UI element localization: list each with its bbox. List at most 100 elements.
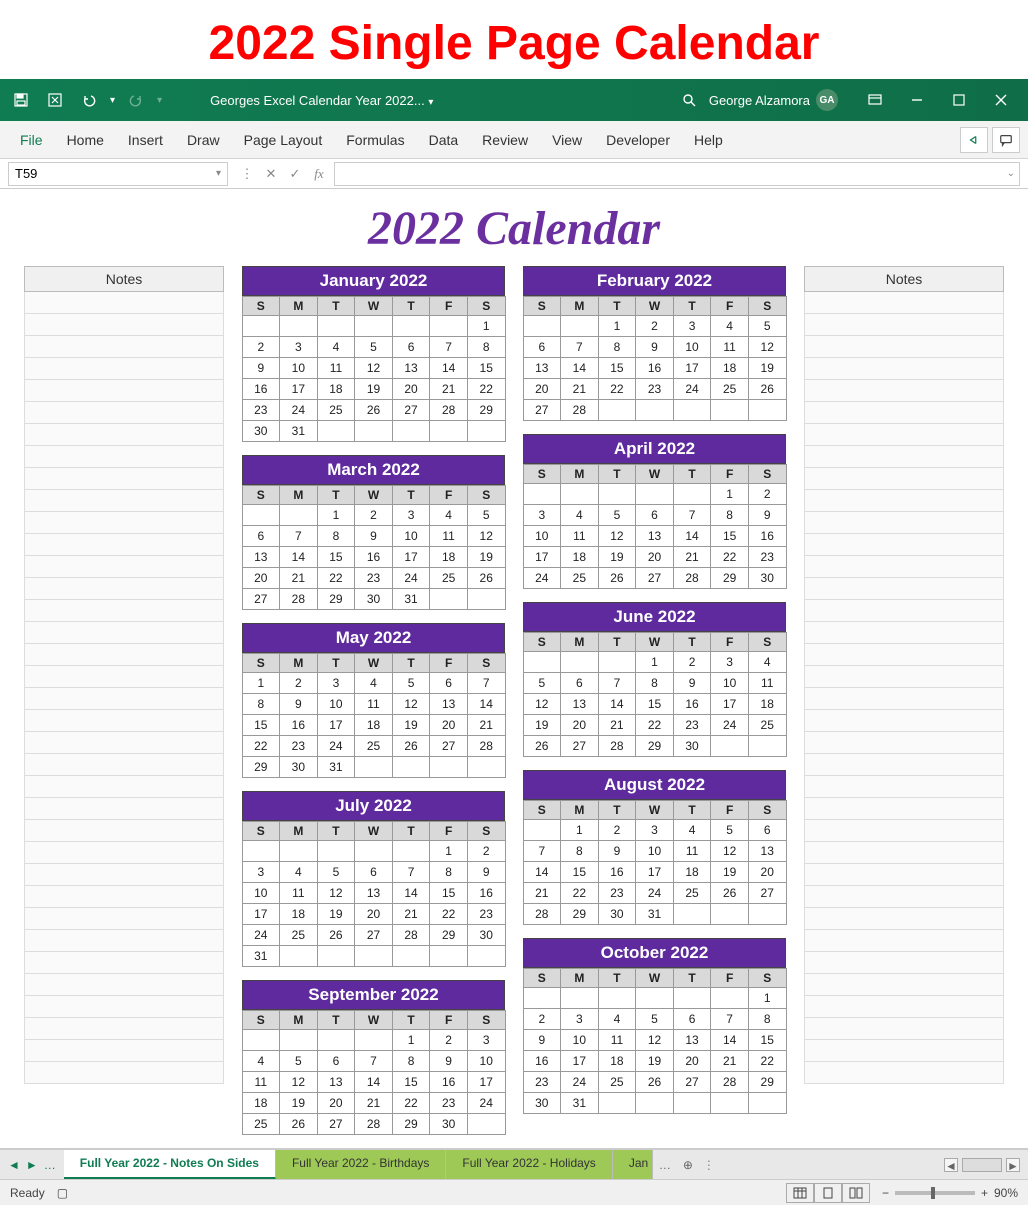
calendar-day-cell[interactable]: 26 — [354, 399, 393, 421]
sheet-tab[interactable]: Full Year 2022 - Holidays — [446, 1150, 612, 1179]
calendar-day-cell[interactable]: 2 — [354, 504, 393, 526]
calendar-day-cell[interactable]: 2 — [242, 336, 281, 358]
calendar-day-cell[interactable] — [317, 420, 356, 442]
calendar-day-cell[interactable] — [392, 315, 431, 337]
calendar-day-cell[interactable]: 18 — [748, 693, 787, 715]
ribbon-tab-review[interactable]: Review — [470, 121, 540, 158]
calendar-day-cell[interactable]: 18 — [429, 546, 468, 568]
calendar-day-cell[interactable] — [467, 756, 506, 778]
calendar-day-cell[interactable]: 13 — [673, 1029, 712, 1051]
notes-row[interactable] — [24, 1062, 224, 1084]
calendar-day-cell[interactable]: 30 — [523, 1092, 562, 1114]
calendar-day-cell[interactable] — [429, 420, 468, 442]
calendar-day-cell[interactable]: 1 — [710, 483, 749, 505]
calendar-day-cell[interactable]: 1 — [560, 819, 599, 841]
calendar-day-cell[interactable]: 13 — [242, 546, 281, 568]
scroll-right-icon[interactable]: ► — [1006, 1158, 1020, 1172]
calendar-day-cell[interactable]: 5 — [317, 861, 356, 883]
name-box[interactable]: T59▾ — [8, 162, 228, 186]
calendar-day-cell[interactable]: 25 — [673, 882, 712, 904]
calendar-day-cell[interactable]: 10 — [279, 357, 318, 379]
calendar-day-cell[interactable]: 21 — [467, 714, 506, 736]
notes-row[interactable] — [804, 358, 1004, 380]
calendar-day-cell[interactable]: 13 — [523, 357, 562, 379]
calendar-day-cell[interactable]: 29 — [635, 735, 674, 757]
calendar-day-cell[interactable]: 7 — [598, 672, 637, 694]
calendar-day-cell[interactable]: 31 — [392, 588, 431, 610]
calendar-day-cell[interactable]: 22 — [598, 378, 637, 400]
calendar-day-cell[interactable]: 15 — [710, 525, 749, 547]
calendar-day-cell[interactable]: 3 — [317, 672, 356, 694]
calendar-day-cell[interactable]: 16 — [635, 357, 674, 379]
notes-row[interactable] — [804, 1040, 1004, 1062]
notes-row[interactable] — [804, 710, 1004, 732]
calendar-day-cell[interactable]: 9 — [635, 336, 674, 358]
calendar-day-cell[interactable]: 12 — [279, 1071, 318, 1093]
undo-dropdown-icon[interactable]: ▾ — [110, 95, 115, 106]
ribbon-tab-help[interactable]: Help — [682, 121, 735, 158]
calendar-day-cell[interactable] — [523, 315, 562, 337]
calendar-day-cell[interactable]: 11 — [354, 693, 393, 715]
calendar-day-cell[interactable] — [635, 987, 674, 1009]
notes-row[interactable] — [804, 314, 1004, 336]
calendar-day-cell[interactable]: 12 — [467, 525, 506, 547]
calendar-day-cell[interactable]: 24 — [710, 714, 749, 736]
calendar-day-cell[interactable]: 12 — [354, 357, 393, 379]
calendar-day-cell[interactable] — [392, 756, 431, 778]
calendar-day-cell[interactable]: 23 — [242, 399, 281, 421]
calendar-day-cell[interactable] — [523, 819, 562, 841]
notes-row[interactable] — [804, 732, 1004, 754]
calendar-day-cell[interactable]: 4 — [710, 315, 749, 337]
calendar-day-cell[interactable]: 24 — [467, 1092, 506, 1114]
calendar-day-cell[interactable]: 7 — [710, 1008, 749, 1030]
page-break-view-icon[interactable] — [842, 1183, 870, 1203]
calendar-day-cell[interactable]: 22 — [467, 378, 506, 400]
tab-splitter-icon[interactable]: ⋮ — [699, 1158, 719, 1172]
calendar-day-cell[interactable]: 8 — [598, 336, 637, 358]
calendar-day-cell[interactable]: 5 — [392, 672, 431, 694]
calendar-day-cell[interactable]: 20 — [523, 378, 562, 400]
notes-row[interactable] — [24, 820, 224, 842]
calendar-day-cell[interactable]: 18 — [673, 861, 712, 883]
calendar-day-cell[interactable] — [523, 987, 562, 1009]
calendar-day-cell[interactable]: 4 — [429, 504, 468, 526]
calendar-day-cell[interactable] — [748, 399, 787, 421]
calendar-day-cell[interactable]: 14 — [429, 357, 468, 379]
calendar-day-cell[interactable]: 22 — [242, 735, 281, 757]
notes-row[interactable] — [24, 314, 224, 336]
notes-row[interactable] — [24, 666, 224, 688]
save-icon[interactable] — [8, 87, 34, 113]
calendar-day-cell[interactable]: 13 — [429, 693, 468, 715]
calendar-day-cell[interactable]: 27 — [748, 882, 787, 904]
calendar-day-cell[interactable]: 7 — [673, 504, 712, 526]
calendar-day-cell[interactable]: 6 — [429, 672, 468, 694]
calendar-day-cell[interactable] — [598, 1092, 637, 1114]
calendar-day-cell[interactable]: 25 — [748, 714, 787, 736]
calendar-day-cell[interactable]: 10 — [635, 840, 674, 862]
calendar-day-cell[interactable]: 16 — [673, 693, 712, 715]
calendar-day-cell[interactable]: 28 — [560, 399, 599, 421]
calendar-day-cell[interactable]: 14 — [467, 693, 506, 715]
calendar-day-cell[interactable] — [598, 399, 637, 421]
calendar-day-cell[interactable]: 18 — [710, 357, 749, 379]
calendar-day-cell[interactable]: 11 — [429, 525, 468, 547]
calendar-day-cell[interactable]: 2 — [279, 672, 318, 694]
calendar-day-cell[interactable] — [710, 987, 749, 1009]
calendar-day-cell[interactable]: 3 — [560, 1008, 599, 1030]
calendar-day-cell[interactable]: 16 — [354, 546, 393, 568]
calendar-day-cell[interactable]: 17 — [635, 861, 674, 883]
calendar-day-cell[interactable]: 22 — [635, 714, 674, 736]
notes-row[interactable] — [804, 622, 1004, 644]
calendar-day-cell[interactable] — [673, 987, 712, 1009]
notes-row[interactable] — [24, 1040, 224, 1062]
redo-icon[interactable] — [123, 87, 149, 113]
notes-row[interactable] — [24, 710, 224, 732]
calendar-day-cell[interactable]: 15 — [560, 861, 599, 883]
calendar-day-cell[interactable]: 25 — [354, 735, 393, 757]
calendar-day-cell[interactable] — [317, 840, 356, 862]
undo-icon[interactable] — [76, 87, 102, 113]
calendar-day-cell[interactable] — [748, 1092, 787, 1114]
calendar-day-cell[interactable]: 22 — [392, 1092, 431, 1114]
calendar-day-cell[interactable]: 27 — [317, 1113, 356, 1135]
calendar-day-cell[interactable]: 27 — [429, 735, 468, 757]
